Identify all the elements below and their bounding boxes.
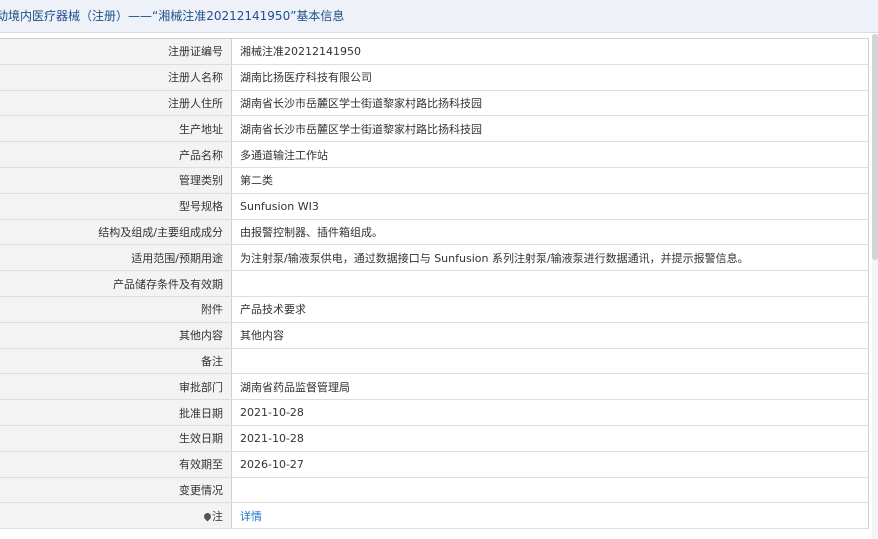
row-value: 详情 [231,502,869,530]
row-label: 产品储存条件及有效期 [0,270,232,297]
row-label: 注册证编号 [0,38,232,65]
row-label: 注册人住所 [0,90,232,117]
row-label: 批准日期 [0,399,232,426]
row-value: 其他内容 [231,322,869,349]
row-label: 变更情况 [0,477,232,504]
registration-info-table: 注册证编号 湘械注准20212141950 注册人名称 湖南比扬医疗科技有限公司… [0,38,869,530]
row-label: 审批部门 [0,373,232,401]
table-row: 审批部门 湖南省药品监督管理局 [0,373,869,401]
row-value: 由报警控制器、插件箱组成。 [231,219,869,246]
map-pin-icon [202,511,213,522]
row-label: 型号规格 [0,193,232,220]
row-label: 附件 [0,296,232,323]
table-row: 结构及组成/主要组成成分 由报警控制器、插件箱组成。 [0,219,869,246]
table-row: 有效期至 2026-10-27 [0,451,869,478]
note-label-cell: 注 [0,502,232,530]
row-value [231,477,869,504]
table-row: 产品储存条件及有效期 [0,270,869,297]
table-row: 变更情况 [0,477,869,504]
row-value: 第二类 [231,167,869,194]
table-row: 注册证编号 湘械注准20212141950 [0,38,869,65]
table-row: 备注 [0,348,869,375]
table-row: 注册人名称 湖南比扬医疗科技有限公司 [0,64,869,91]
row-value: 湘械注准20212141950 [231,38,869,65]
details-link[interactable]: 详情 [240,510,262,523]
row-value: 2026-10-27 [231,451,869,478]
table-row: 其他内容 其他内容 [0,322,869,349]
row-label: 生效日期 [0,425,232,452]
table-row: 型号规格 Sunfusion WI3 [0,193,869,220]
table-row: 生产地址 湖南省长沙市岳麓区学士街道黎家村路比扬科技园 [0,115,869,143]
table-row: 产品名称 多通道输注工作站 [0,141,869,168]
row-value [231,270,869,297]
page-title: 动境内医疗器械（注册）——“湘械注准20212141950”基本信息 [0,9,345,23]
row-label: 管理类别 [0,167,232,194]
row-label: 适用范围/预期用途 [0,244,232,272]
row-value: 2021-10-28 [231,399,869,426]
row-value: 为注射泵/输液泵供电，通过数据接口与 Sunfusion 系列注射泵/输液泵进行… [231,244,869,272]
table-row: 批准日期 2021-10-28 [0,399,869,426]
row-label: 注册人名称 [0,64,232,91]
row-value: 2021-10-28 [231,425,869,452]
row-label: 产品名称 [0,141,232,168]
row-label: 注 [212,509,223,523]
page-header: 动境内医疗器械（注册）——“湘械注准20212141950”基本信息 [0,0,878,33]
table-row: 附件 产品技术要求 [0,296,869,323]
row-label: 生产地址 [0,115,232,143]
row-value: 湖南省长沙市岳麓区学士街道黎家村路比扬科技园 [231,90,869,117]
scrollbar-thumb[interactable] [872,34,878,260]
row-label: 其他内容 [0,322,232,349]
row-value [231,348,869,375]
table-row: 注 详情 [0,502,869,530]
table-row: 生效日期 2021-10-28 [0,425,869,452]
table-row: 适用范围/预期用途 为注射泵/输液泵供电，通过数据接口与 Sunfusion 系… [0,244,869,272]
row-value: 湖南省长沙市岳麓区学士街道黎家村路比扬科技园 [231,115,869,143]
row-label: 结构及组成/主要组成成分 [0,219,232,246]
row-value: 产品技术要求 [231,296,869,323]
row-value: 湖南省药品监督管理局 [231,373,869,401]
row-label: 有效期至 [0,451,232,478]
row-label: 备注 [0,348,232,375]
row-value: 多通道输注工作站 [231,141,869,168]
table-row: 管理类别 第二类 [0,167,869,194]
table-row: 注册人住所 湖南省长沙市岳麓区学士街道黎家村路比扬科技园 [0,90,869,117]
row-value: Sunfusion WI3 [231,193,869,220]
row-value: 湖南比扬医疗科技有限公司 [231,64,869,91]
